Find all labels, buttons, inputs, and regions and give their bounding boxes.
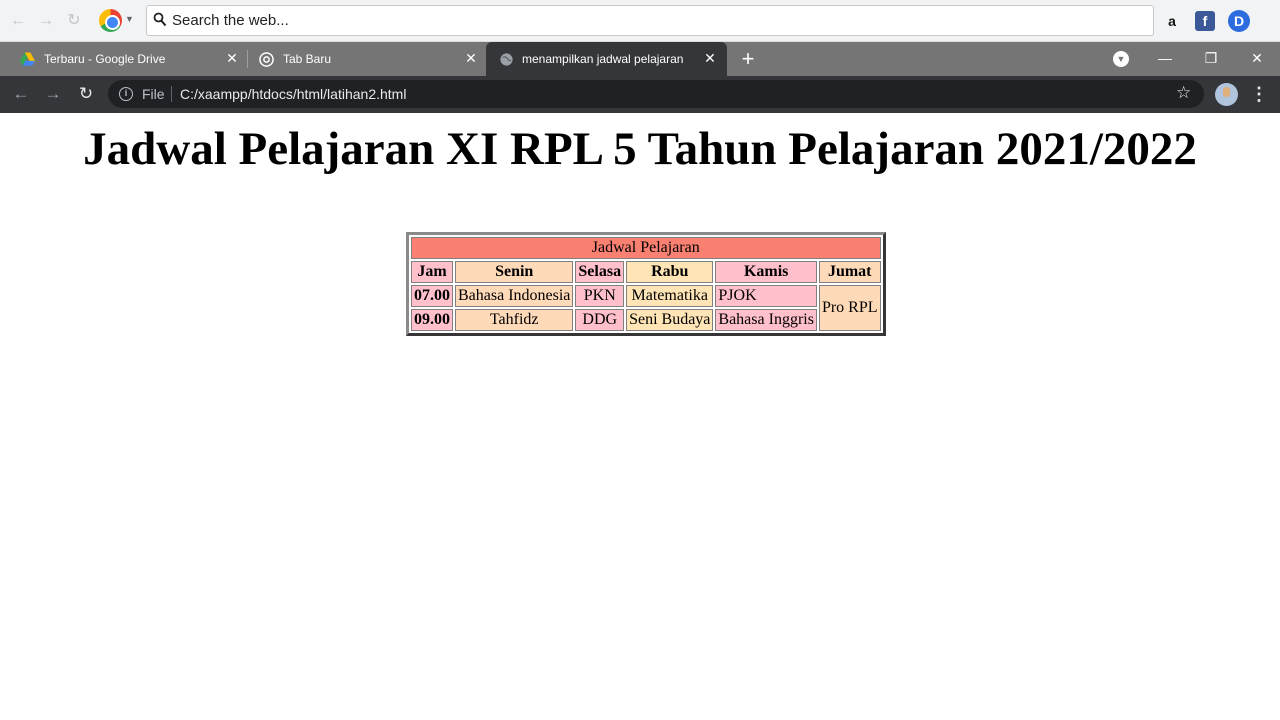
window-close-icon[interactable]: ✕ (1245, 47, 1269, 69)
top-search-strip: ← → ↻ ▼ a f D (0, 0, 1280, 42)
cell-rabu: Matematika (626, 285, 714, 307)
web-search-input[interactable] (172, 10, 1142, 31)
header-rabu: Rabu (626, 261, 714, 283)
cell-jam: 09.00 (411, 309, 453, 331)
header-senin: Senin (455, 261, 574, 283)
tab-label: menampilkan jadwal pelajaran (522, 52, 684, 66)
d-extension-icon[interactable]: D (1228, 10, 1250, 32)
close-icon[interactable]: ✕ (224, 50, 240, 66)
table-row: 09.00 Tahfidz DDG Seni Budaya Bahasa Ing… (411, 309, 881, 331)
schedule-table: Jadwal Pelajaran Jam Senin Selasa Rabu K… (406, 232, 886, 336)
cell-jam: 07.00 (411, 285, 453, 307)
forward-icon[interactable]: → (43, 84, 63, 104)
tab-strip: Terbaru - Google Drive ✕ Tab Baru ✕ mena… (0, 42, 1280, 76)
tab-search-chevron-icon[interactable]: ▼ (1113, 51, 1129, 67)
cell-senin: Bahasa Indonesia (455, 285, 574, 307)
cell-senin: Tahfidz (455, 309, 574, 331)
strip-reload-icon[interactable]: ↻ (64, 11, 84, 31)
new-tab-plus-icon[interactable]: + (737, 48, 759, 70)
address-separator (171, 86, 172, 102)
amazon-extension-icon[interactable]: a (1162, 11, 1182, 31)
web-search-box[interactable] (146, 5, 1154, 36)
page-content: Jadwal Pelajaran XI RPL 5 Tahun Pelajara… (0, 113, 1280, 720)
google-drive-icon (20, 52, 35, 66)
close-icon[interactable]: ✕ (463, 50, 479, 66)
browser-toolbar: ← → ↻ i File C:/xaampp/htdocs/html/latih… (0, 76, 1280, 113)
menu-dots-icon[interactable]: ⋮ (1250, 83, 1268, 105)
bookmark-star-icon[interactable]: ☆ (1176, 83, 1191, 103)
cell-rabu: Seni Budaya (626, 309, 714, 331)
back-icon[interactable]: ← (11, 84, 31, 104)
table-caption: Jadwal Pelajaran (411, 237, 881, 259)
strip-forward-icon[interactable]: → (36, 11, 56, 31)
tab-new-tab[interactable]: Tab Baru ✕ (248, 42, 486, 76)
cell-kamis: Bahasa Inggris (715, 309, 817, 331)
scheme-label: File (142, 86, 165, 102)
profile-avatar[interactable] (1215, 83, 1238, 106)
strip-back-icon[interactable]: ← (8, 11, 28, 31)
chrome-logo-icon[interactable] (99, 9, 122, 32)
table-row: 07.00 Bahasa Indonesia PKN Matematika PJ… (411, 285, 881, 331)
minimize-icon[interactable]: — (1153, 47, 1177, 69)
cell-kamis: PJOK (715, 285, 817, 307)
page-title: Jadwal Pelajaran XI RPL 5 Tahun Pelajara… (83, 123, 1197, 175)
cell-jumat-merged: Pro RPL (818, 285, 881, 331)
tab-label: Terbaru - Google Drive (44, 52, 166, 66)
tab-label: Tab Baru (283, 52, 332, 66)
chevron-down-icon[interactable]: ▼ (125, 14, 134, 24)
cell-selasa: DDG (575, 309, 625, 331)
url-text[interactable]: C:/xaampp/htdocs/html/latihan2.html (180, 86, 406, 102)
address-bar[interactable]: i File C:/xaampp/htdocs/html/latihan2.ht… (108, 80, 1204, 108)
header-jam: Jam (411, 261, 453, 283)
chrome-icon (259, 52, 274, 67)
header-selasa: Selasa (575, 261, 625, 283)
reload-icon[interactable]: ↻ (76, 84, 96, 104)
tab-active-jadwal[interactable]: menampilkan jadwal pelajaran ✕ (486, 42, 727, 76)
facebook-extension-icon[interactable]: f (1195, 11, 1215, 31)
header-jumat: Jumat (818, 261, 881, 283)
table-header-row: Jam Senin Selasa Rabu Kamis Jumat (411, 261, 881, 283)
close-icon[interactable]: ✕ (702, 50, 718, 66)
tab-google-drive[interactable]: Terbaru - Google Drive ✕ (0, 42, 247, 76)
restore-icon[interactable]: ❐ (1199, 47, 1223, 69)
search-icon (153, 12, 167, 27)
info-icon[interactable]: i (119, 87, 133, 101)
cell-selasa: PKN (575, 285, 625, 307)
header-kamis: Kamis (715, 261, 817, 283)
globe-icon (500, 53, 513, 66)
